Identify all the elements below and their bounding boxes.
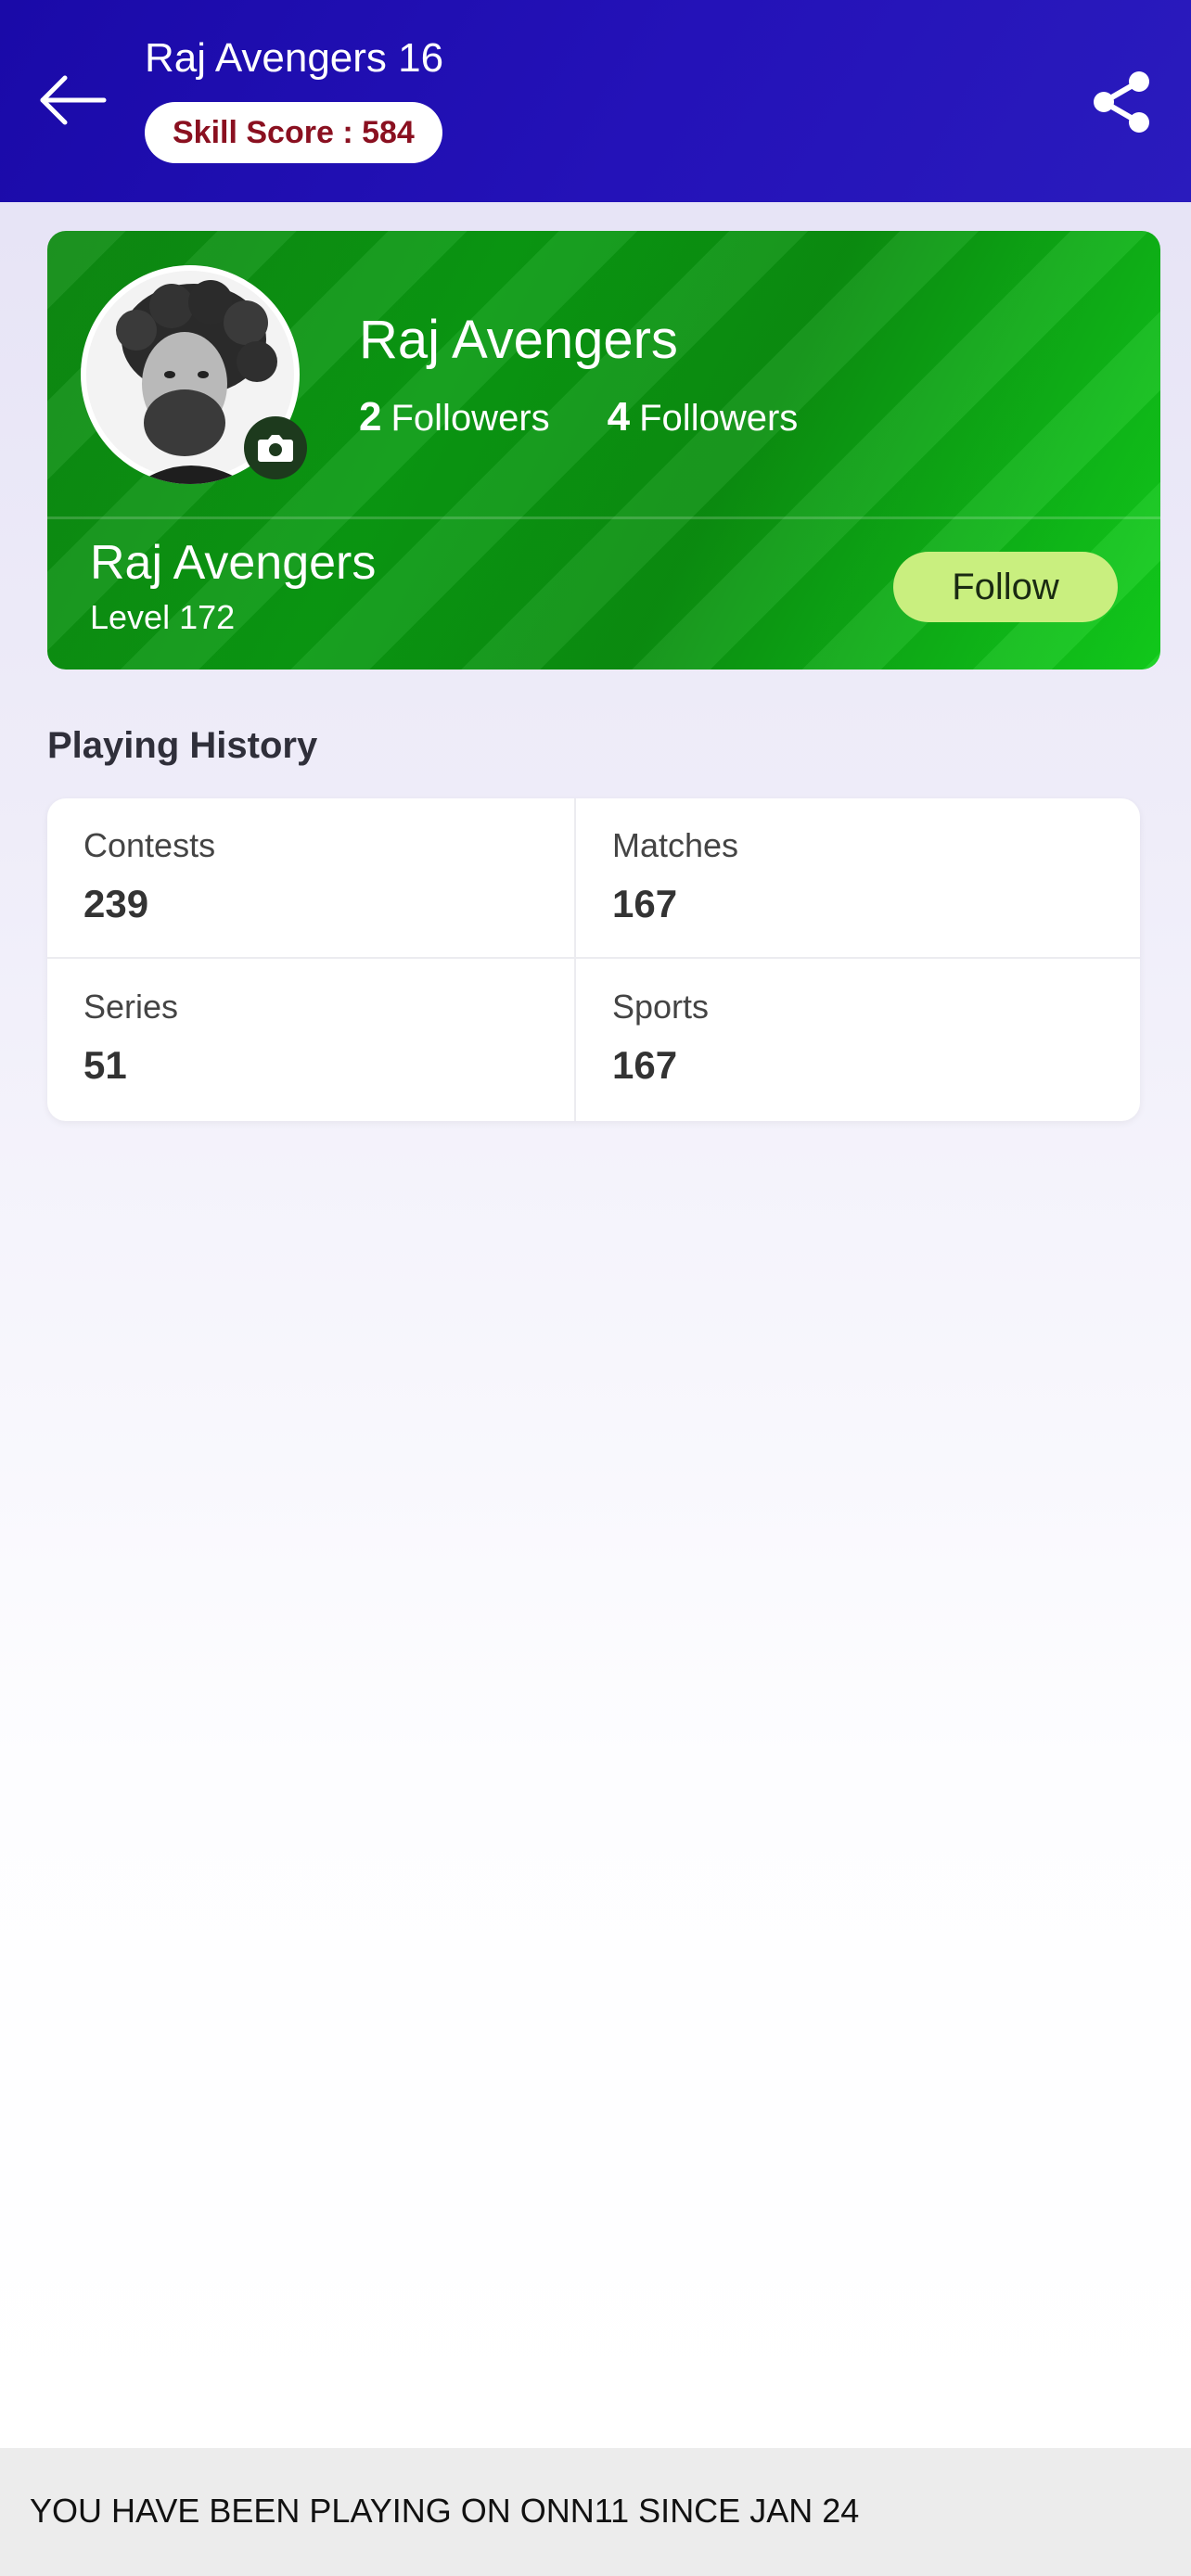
followers-stat[interactable]: 2 Followers — [359, 394, 550, 440]
followers-label: Followers — [639, 398, 799, 439]
stat-value: 167 — [612, 1043, 678, 1087]
followers-row: 2 Followers 4 Followers — [359, 394, 798, 440]
playing-history-card: Contests 239 Matches 167 Series 51 Sport… — [47, 798, 1140, 1121]
back-arrow-icon — [40, 75, 107, 125]
back-button[interactable] — [37, 67, 111, 134]
stat-series: Series 51 — [83, 988, 178, 1088]
stat-label: Contests — [83, 826, 216, 864]
followers-label: Followers — [391, 398, 550, 439]
skill-score-badge: Skill Score : 584 — [145, 102, 442, 163]
footer-text: YOU HAVE BEEN PLAYING ON ONN11 SINCE JAN… — [30, 2492, 860, 2530]
stat-contests: Contests 239 — [83, 826, 215, 926]
level-label: Level 172 — [90, 598, 236, 636]
playing-history-title: Playing History — [47, 725, 318, 766]
share-icon — [1094, 71, 1149, 133]
divider-vertical — [574, 798, 576, 1121]
change-photo-button[interactable] — [244, 416, 307, 479]
stat-matches: Matches 167 — [612, 826, 738, 926]
stat-label: Sports — [612, 988, 710, 1026]
stat-label: Matches — [612, 826, 739, 864]
stat-label: Series — [83, 988, 179, 1026]
camera-icon — [258, 435, 293, 462]
profile-card: Raj Avengers 2 Followers 4 Followers Raj A… — [47, 231, 1160, 670]
profile-name: Raj Avengers — [359, 310, 678, 370]
stat-value: 239 — [83, 882, 149, 925]
app-header: Raj Avengers 16 Skill Score : 584 — [0, 0, 1191, 202]
stat-sports: Sports 167 — [612, 988, 709, 1088]
followers-stat-second[interactable]: 4 Followers — [608, 394, 799, 440]
follow-button[interactable]: Follow — [893, 552, 1118, 622]
page-title: Raj Avengers 16 — [145, 35, 444, 81]
divider-horizontal — [47, 957, 1140, 959]
stat-value: 167 — [612, 882, 678, 925]
profile-name-secondary: Raj Avengers — [90, 536, 377, 590]
footer-banner: YOU HAVE BEEN PLAYING ON ONN11 SINCE JAN… — [0, 2448, 1191, 2576]
share-button[interactable] — [1087, 67, 1158, 137]
followers-count: 2 — [359, 394, 382, 440]
card-divider — [47, 516, 1160, 519]
followers-count: 4 — [607, 394, 631, 440]
stat-value: 51 — [83, 1043, 127, 1087]
